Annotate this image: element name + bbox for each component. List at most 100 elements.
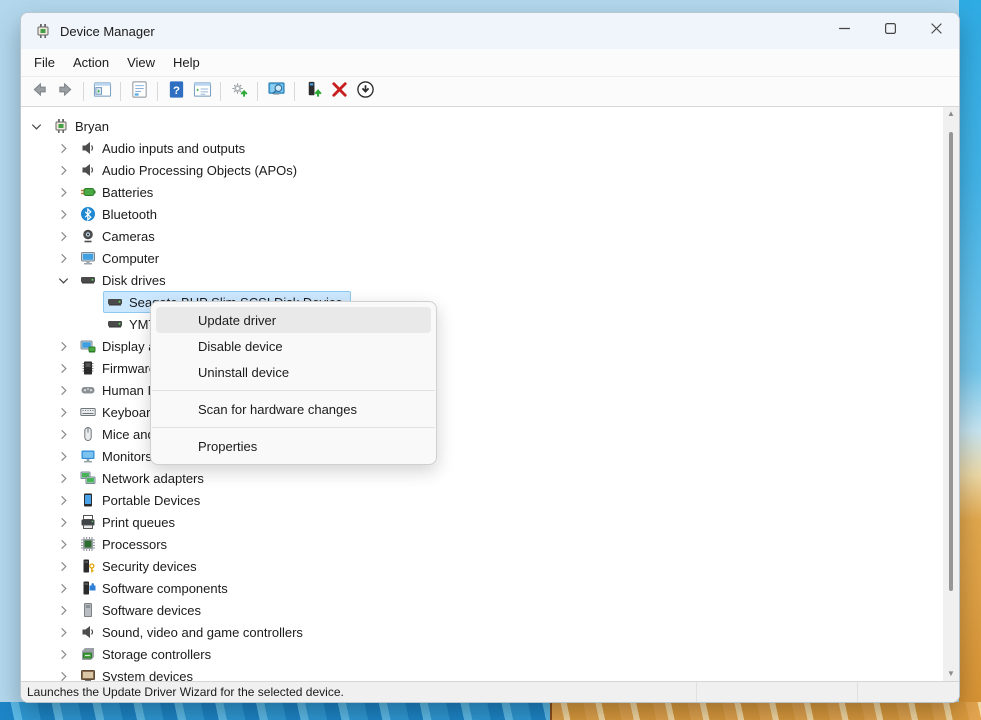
tree-item-content[interactable]: Computer [76, 247, 167, 269]
vertical-scrollbar[interactable]: ▲ ▼ [943, 107, 959, 681]
tree-item-content[interactable]: Batteries [76, 181, 161, 203]
tree-item-content[interactable]: Network adapters [76, 467, 212, 489]
tree-item-content[interactable]: Audio Processing Objects (APOs) [76, 159, 305, 181]
show-hide-console-tree-button[interactable] [89, 79, 115, 105]
back-button[interactable] [26, 79, 52, 105]
standard-view-button[interactable] [189, 79, 215, 105]
chevron-down-icon[interactable] [29, 119, 44, 134]
toolbar: ? [21, 77, 959, 107]
context-menu-item-update-driver[interactable]: Update driver [156, 307, 431, 333]
chevron-right-icon[interactable] [56, 559, 71, 574]
menu-view[interactable]: View [118, 52, 164, 73]
properties-list-button[interactable] [126, 79, 152, 105]
tree-item-content[interactable]: Storage controllers [76, 643, 219, 665]
chevron-right-icon[interactable] [56, 339, 71, 354]
bluetooth-icon [80, 206, 96, 222]
chevron-right-icon[interactable] [56, 537, 71, 552]
tree-item-network-adapters[interactable]: Network adapters [21, 467, 943, 489]
forward-button[interactable] [52, 79, 78, 105]
tree-item-content[interactable]: Software devices [76, 599, 209, 621]
scan-for-hardware-changes-button[interactable] [226, 79, 252, 105]
tree-item-audio-inputs-and-outputs[interactable]: Audio inputs and outputs [21, 137, 943, 159]
context-menu: Update driverDisable deviceUninstall dev… [150, 301, 437, 465]
uninstall-device-button[interactable] [326, 79, 352, 105]
disable-device-button[interactable] [352, 79, 378, 105]
tree-item-cameras[interactable]: Cameras [21, 225, 943, 247]
chevron-right-icon[interactable] [56, 405, 71, 420]
tree-item-content[interactable]: System devices [76, 665, 201, 681]
tree-item-content[interactable]: Cameras [76, 225, 163, 247]
chevron-right-icon[interactable] [56, 669, 71, 682]
chevron-right-icon[interactable] [56, 471, 71, 486]
tree-item-content[interactable]: Print queues [76, 511, 183, 533]
tree-item-sound-video-and-game-controllers[interactable]: Sound, video and game controllers [21, 621, 943, 643]
status-segment [696, 682, 857, 702]
menu-file[interactable]: File [25, 52, 64, 73]
tree-item-computer[interactable]: Computer [21, 247, 943, 269]
tree-item-content[interactable]: Processors [76, 533, 175, 555]
chevron-right-icon[interactable] [56, 603, 71, 618]
chevron-right-icon[interactable] [56, 581, 71, 596]
menu-action[interactable]: Action [64, 52, 118, 73]
chevron-right-icon[interactable] [56, 251, 71, 266]
tree-item-system-devices[interactable]: System devices [21, 665, 943, 681]
context-menu-item-scan-for-hardware-changes[interactable]: Scan for hardware changes [156, 396, 431, 422]
tree-item-content[interactable]: Software components [76, 577, 236, 599]
scrollbar-down-icon[interactable]: ▼ [947, 670, 955, 678]
tree-item-print-queues[interactable]: Print queues [21, 511, 943, 533]
tree-item-software-devices[interactable]: Software devices [21, 599, 943, 621]
chevron-right-icon[interactable] [56, 625, 71, 640]
chevron-down-icon[interactable] [56, 273, 71, 288]
scrollbar-thumb[interactable] [949, 132, 953, 591]
tree-item-content[interactable]: Disk drives [76, 269, 174, 291]
chevron-right-icon[interactable] [56, 647, 71, 662]
device-manager-app-icon [35, 23, 51, 39]
tree-item-label: Monitors [102, 449, 152, 464]
tree-item-audio-processing-objects-apos[interactable]: Audio Processing Objects (APOs) [21, 159, 943, 181]
chevron-right-icon[interactable] [56, 383, 71, 398]
tree-item-processors[interactable]: Processors [21, 533, 943, 555]
chevron-right-icon[interactable] [56, 427, 71, 442]
properties-icon [130, 80, 149, 104]
tree-item-bryan[interactable]: Bryan [21, 115, 943, 137]
close-button[interactable] [913, 13, 959, 49]
chevron-right-icon[interactable] [56, 449, 71, 464]
maximize-button[interactable] [867, 13, 913, 49]
tree-item-content[interactable]: Bluetooth [76, 203, 165, 225]
context-menu-item-properties[interactable]: Properties [156, 433, 431, 459]
chevron-right-icon[interactable] [56, 229, 71, 244]
chevron-right-icon[interactable] [56, 185, 71, 200]
display-adapter-icon [80, 338, 96, 354]
chevron-right-icon[interactable] [56, 141, 71, 156]
tree-item-disk-drives[interactable]: Disk drives [21, 269, 943, 291]
chevron-right-icon[interactable] [56, 361, 71, 376]
tree-item-storage-controllers[interactable]: Storage controllers [21, 643, 943, 665]
tree-item-batteries[interactable]: Batteries [21, 181, 943, 203]
scrollbar-up-icon[interactable]: ▲ [947, 110, 955, 118]
tree-item-portable-devices[interactable]: Portable Devices [21, 489, 943, 511]
tree-item-label: Bryan [75, 119, 109, 134]
tree-item-content[interactable]: Sound, video and game controllers [76, 621, 311, 643]
chevron-right-icon[interactable] [56, 493, 71, 508]
help-button[interactable]: ? [163, 79, 189, 105]
monitor-icon [80, 448, 96, 464]
tree-item-content[interactable]: Bryan [49, 115, 117, 137]
tree-item-software-components[interactable]: Software components [21, 577, 943, 599]
context-menu-item-disable-device[interactable]: Disable device [156, 333, 431, 359]
tree-item-bluetooth[interactable]: Bluetooth [21, 203, 943, 225]
update-driver-button[interactable] [300, 79, 326, 105]
keyboard-icon [80, 404, 96, 420]
tree-item-security-devices[interactable]: Security devices [21, 555, 943, 577]
chevron-right-icon[interactable] [56, 207, 71, 222]
minimize-button[interactable] [821, 13, 867, 49]
tree-item-content[interactable]: Monitors [76, 445, 160, 467]
tree-item-content[interactable]: Audio inputs and outputs [76, 137, 253, 159]
chevron-right-icon[interactable] [56, 515, 71, 530]
disk-icon [80, 272, 96, 288]
chevron-right-icon[interactable] [56, 163, 71, 178]
search-computer-button[interactable] [263, 79, 289, 105]
tree-item-content[interactable]: Security devices [76, 555, 205, 577]
tree-item-content[interactable]: Portable Devices [76, 489, 208, 511]
context-menu-item-uninstall-device[interactable]: Uninstall device [156, 359, 431, 385]
menu-help[interactable]: Help [164, 52, 209, 73]
